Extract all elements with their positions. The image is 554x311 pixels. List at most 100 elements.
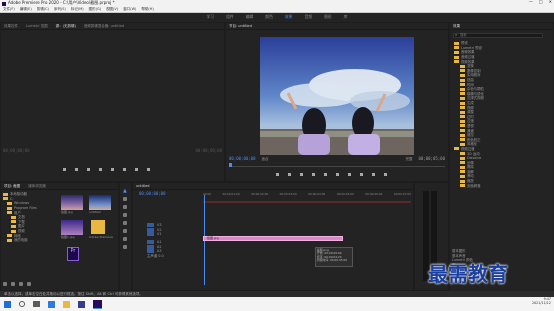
tab-source[interactable]: 源：(无剪辑)	[56, 24, 76, 28]
workspace-graphics[interactable]: 图形	[324, 15, 332, 20]
track-header-v1[interactable]: V1	[147, 232, 201, 237]
menu-window[interactable]: 窗口(W)	[123, 7, 136, 11]
workspace-effects[interactable]: 效果	[285, 15, 293, 20]
slip-tool-icon[interactable]	[123, 221, 127, 225]
target-icon[interactable]	[147, 232, 154, 237]
target-icon[interactable]	[147, 227, 154, 232]
workspace-audio[interactable]: 音频	[304, 15, 312, 20]
minimize-button[interactable]: —	[529, 0, 533, 5]
premiere-logo-icon	[2, 1, 6, 6]
workspace-libraries[interactable]: 库	[344, 15, 348, 20]
hand-tool-icon[interactable]	[123, 237, 127, 241]
thumbnail-image[interactable]	[89, 195, 111, 210]
export-frame-icon[interactable]	[147, 168, 150, 171]
export-frame-icon[interactable]	[384, 173, 387, 176]
step-back-icon[interactable]	[312, 173, 315, 176]
close-button[interactable]: ✕	[549, 0, 552, 5]
overwrite-icon[interactable]	[135, 168, 138, 171]
system-clock[interactable]: 9:47 2021/11/12	[532, 297, 551, 306]
list-view-icon[interactable]	[3, 282, 7, 286]
taskbar: 9:47 2021/11/12	[0, 297, 554, 311]
type-tool-icon[interactable]	[123, 245, 127, 249]
mark-out-icon[interactable]	[288, 173, 291, 176]
play-icon[interactable]	[99, 168, 102, 171]
go-to-in-icon[interactable]	[300, 173, 303, 176]
menu-edit[interactable]: 编辑(E)	[20, 7, 32, 11]
premiere-file-icon[interactable]: Pr	[67, 247, 79, 261]
folder-item[interactable]: 我的电脑	[3, 238, 53, 243]
timeline-ruler[interactable]: 00;00 00;00;01;00 00;00;02;00 00;00;03;00 00…	[203, 192, 411, 199]
folder-icon[interactable]	[91, 220, 105, 234]
menu-help[interactable]: 帮助(H)	[141, 7, 153, 11]
menu-sequence[interactable]: 序列(S)	[54, 7, 66, 11]
workspace-learning[interactable]: 学习	[207, 15, 215, 20]
playhead-icon[interactable]	[229, 163, 232, 167]
effects-search-input[interactable]: 搜索	[453, 33, 543, 38]
premiere-taskbar-icon[interactable]	[93, 299, 102, 309]
lift-icon[interactable]	[360, 173, 363, 176]
search-icon[interactable]	[19, 301, 25, 307]
master-track[interactable]: 主声道 0.0	[147, 254, 201, 259]
folder-icon	[11, 224, 16, 228]
tab-effects[interactable]: 效果	[453, 24, 460, 28]
fit-select[interactable]: 适合	[262, 157, 269, 161]
work-area-bar[interactable]	[203, 201, 411, 203]
tab-audio-clip-mixer[interactable]: 音频剪辑混合器: untitled	[84, 24, 124, 28]
store-icon[interactable]	[78, 300, 85, 308]
razor-tool-icon[interactable]	[123, 213, 127, 217]
target-icon[interactable]	[147, 240, 154, 245]
step-forward-icon[interactable]	[111, 168, 114, 171]
folder-icon	[3, 197, 8, 201]
effects-tree-item[interactable]: 页面剥落	[454, 183, 550, 188]
target-icon[interactable]	[147, 249, 154, 254]
menu-clip[interactable]: 剪辑(C)	[37, 7, 49, 11]
menu-graphics[interactable]: 图形(G)	[89, 7, 101, 11]
go-to-out-icon[interactable]	[348, 173, 351, 176]
source-timecode: 00;00;00;00	[3, 148, 30, 153]
mark-out-icon[interactable]	[75, 168, 78, 171]
step-back-icon[interactable]	[87, 168, 90, 171]
mark-in-icon[interactable]	[63, 168, 66, 171]
thumbnail-label: Adobe Premiere	[89, 235, 113, 239]
new-bin-icon[interactable]	[19, 282, 23, 286]
menu-marker[interactable]: 标记(M)	[71, 7, 84, 11]
ripple-edit-tool-icon[interactable]	[123, 205, 127, 209]
workspace-color[interactable]: 颜色	[265, 15, 273, 20]
menu-file[interactable]: 文件(F)	[3, 7, 15, 11]
tab-project[interactable]: 项目: 截图	[4, 184, 20, 188]
timeline-clip[interactable]: 截图.jpg	[203, 236, 343, 241]
edge-browser-icon[interactable]	[48, 300, 55, 308]
menu-view[interactable]: 视图(V)	[106, 7, 118, 11]
task-view-icon[interactable]	[33, 301, 40, 307]
tab-timeline[interactable]: untitled	[136, 184, 150, 188]
insert-icon[interactable]	[123, 168, 126, 171]
folder-icon	[460, 64, 465, 68]
pen-tool-icon[interactable]	[123, 229, 127, 233]
file-explorer-icon[interactable]	[63, 300, 70, 308]
windows-start-icon[interactable]	[4, 300, 11, 308]
tab-effect-controls[interactable]: 效果控件	[4, 24, 18, 28]
tab-media-browser[interactable]: 媒体浏览器	[28, 184, 46, 188]
tab-lumetri-scopes[interactable]: Lumetri 范围	[26, 24, 48, 28]
target-icon[interactable]	[147, 223, 154, 228]
new-item-icon[interactable]	[27, 282, 31, 286]
play-icon[interactable]	[324, 173, 327, 176]
track-select-tool-icon[interactable]	[123, 197, 127, 201]
thumbnail-image[interactable]	[61, 220, 83, 235]
thumbnail-image[interactable]	[61, 195, 83, 210]
tab-program[interactable]: 节目: untitled	[229, 24, 252, 28]
extract-icon[interactable]	[372, 173, 375, 176]
mark-in-icon[interactable]	[276, 173, 279, 176]
timeline-panel: untitled 00;00;00;00 00;00 00;00;01;00 00;…	[133, 183, 413, 290]
quality-select[interactable]: 完整	[406, 157, 413, 161]
folder-icon	[460, 106, 465, 110]
workspace-editing[interactable]: 编辑	[246, 15, 254, 20]
maximize-button[interactable]: □	[539, 0, 543, 5]
target-icon[interactable]	[147, 244, 154, 249]
folder-icon	[460, 156, 465, 160]
workspace-assembly[interactable]: 组件	[226, 15, 234, 20]
step-forward-icon[interactable]	[336, 173, 339, 176]
program-scrubber[interactable]	[229, 163, 445, 167]
icon-view-icon[interactable]	[11, 282, 15, 286]
selection-tool-icon[interactable]: ▲	[123, 188, 127, 194]
